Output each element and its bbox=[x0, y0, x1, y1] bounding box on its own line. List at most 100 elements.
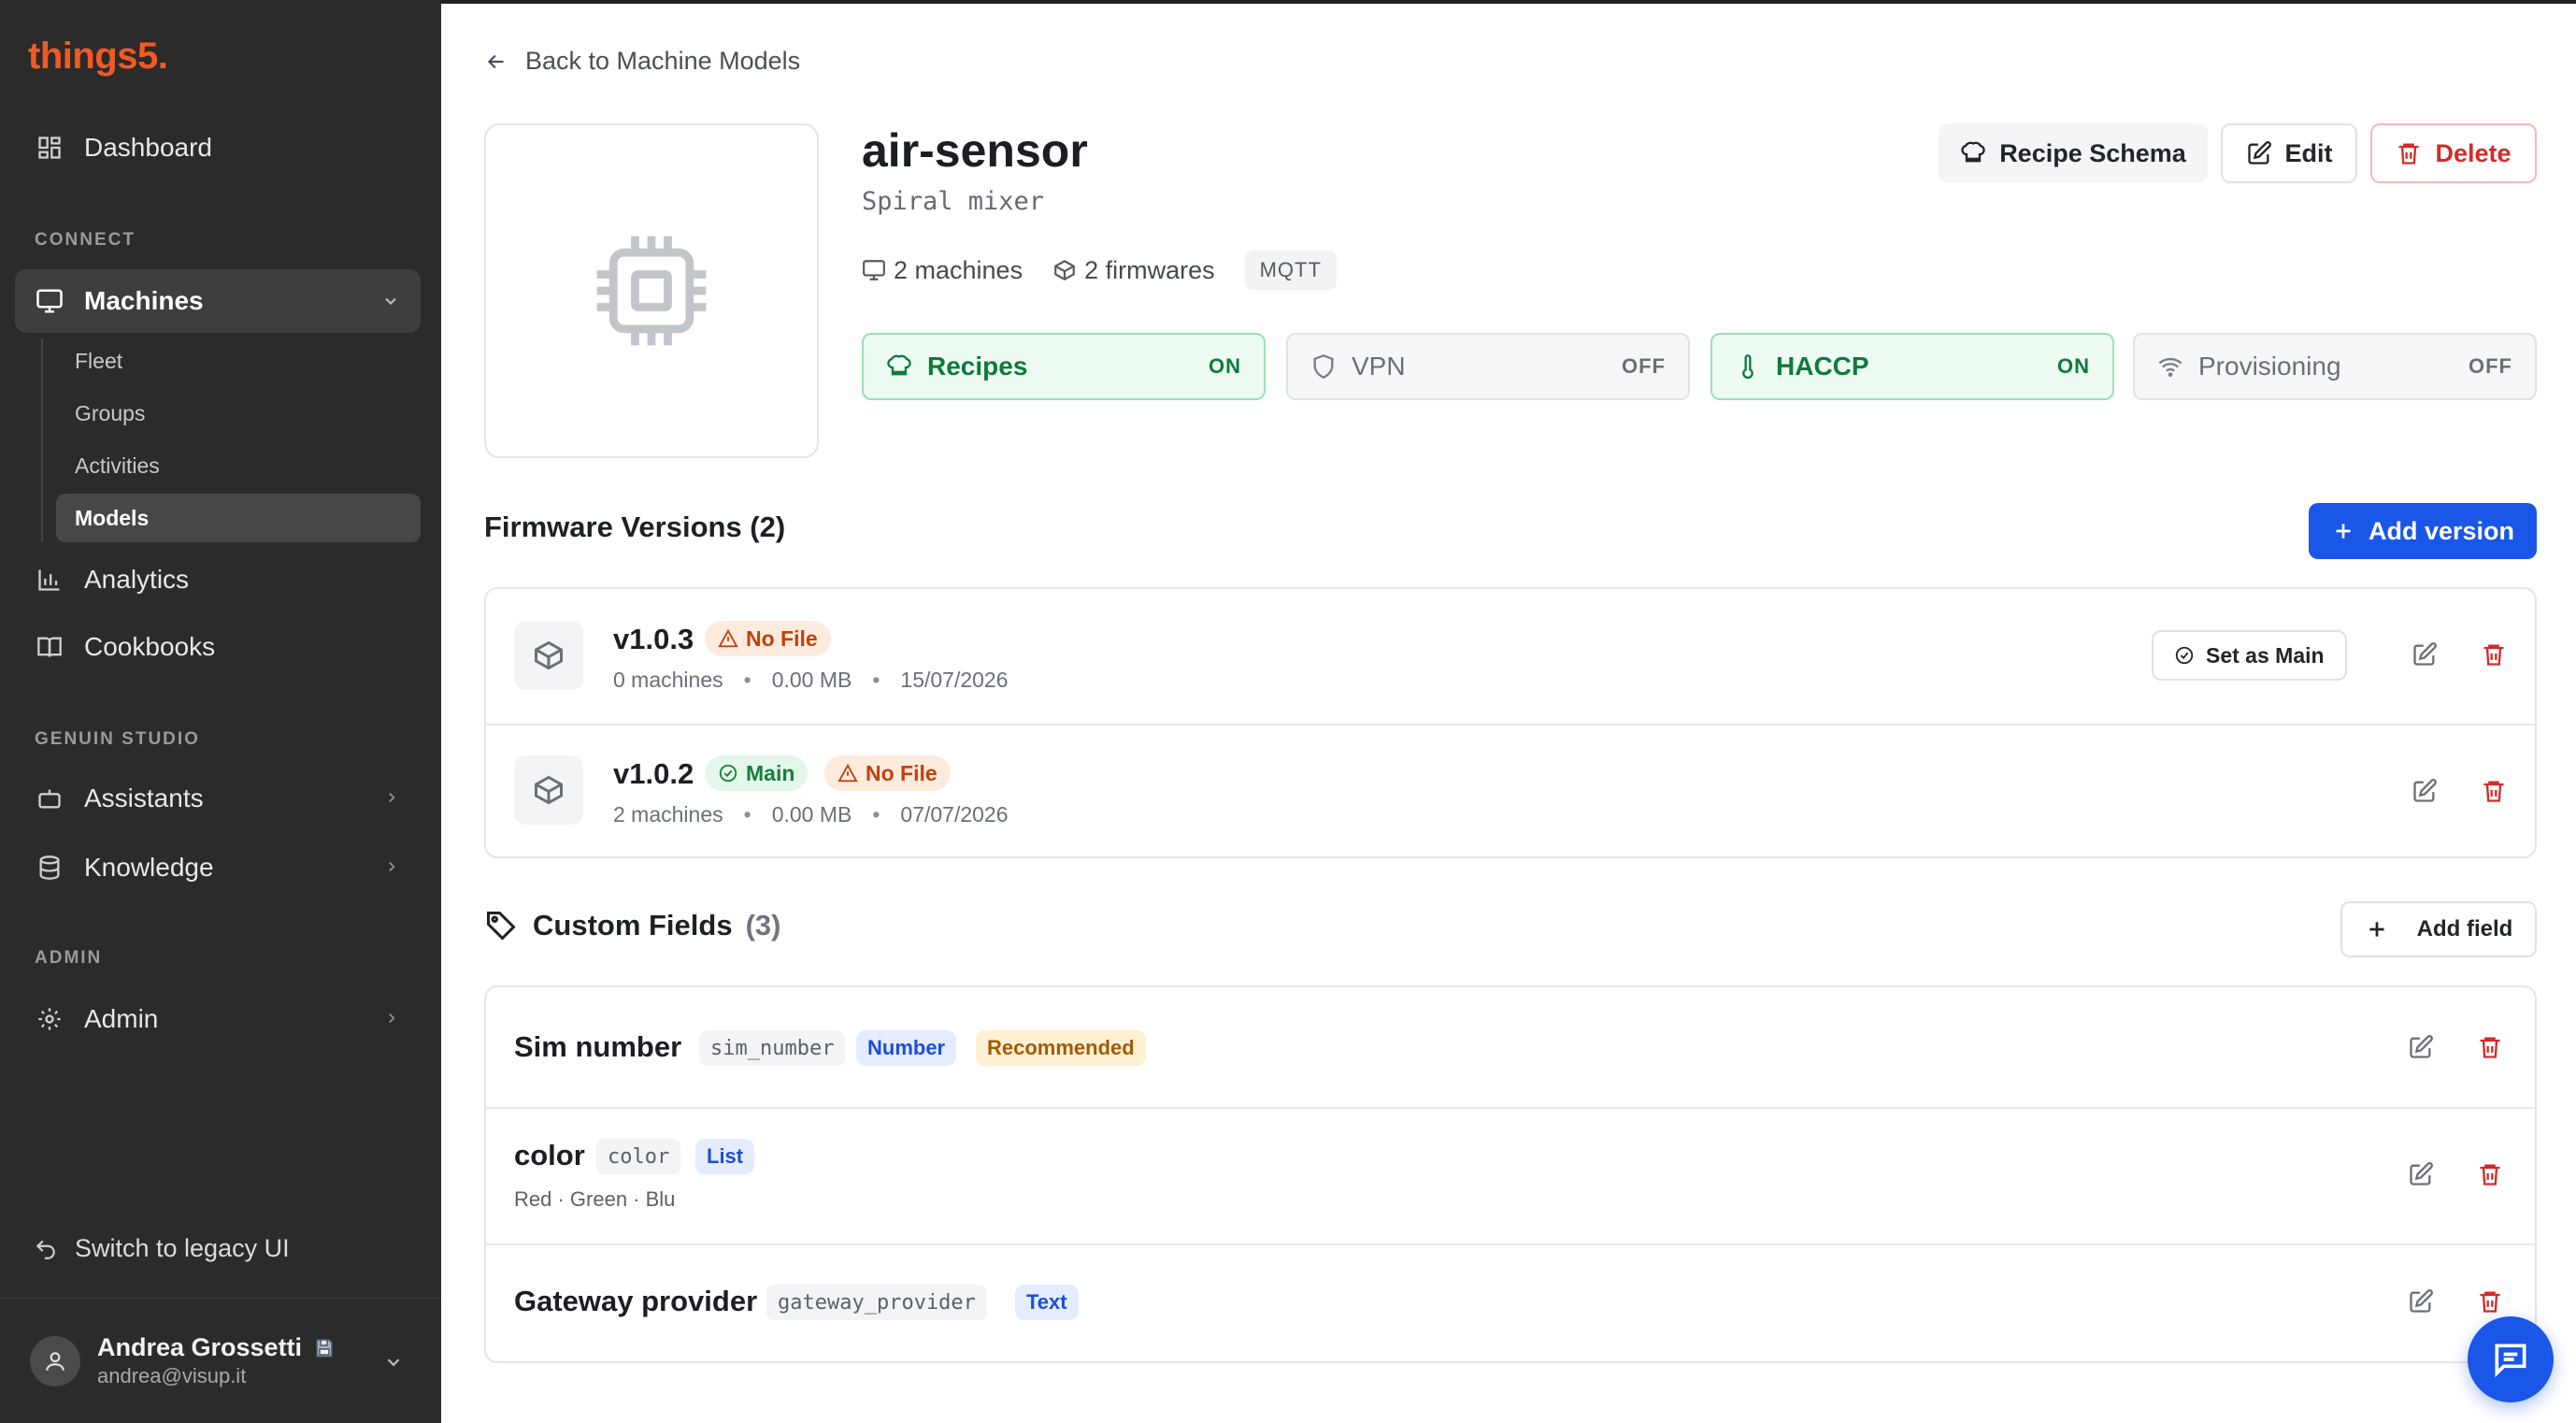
trash-icon[interactable] bbox=[2475, 772, 2512, 810]
model-image bbox=[484, 123, 819, 458]
sidebar-item-label: Cookbooks bbox=[84, 632, 216, 661]
badge-label: No File bbox=[866, 760, 937, 785]
package-icon bbox=[514, 755, 583, 825]
add-version-label: Add version bbox=[2368, 516, 2515, 545]
custom-field-row[interactable]: Sim number sim_number Number Recommended bbox=[486, 987, 2535, 1107]
firmware-row[interactable]: v1.0.2 Main No File 2 machines • 0.00 MB… bbox=[486, 726, 2535, 856]
sidebar-item-activities[interactable]: Activities bbox=[56, 441, 421, 490]
feature-state: ON bbox=[2057, 354, 2090, 378]
badge-label: Main bbox=[746, 760, 795, 785]
field-name: Sim number bbox=[514, 1030, 682, 1063]
sidebar-item-dashboard[interactable]: Dashboard bbox=[15, 116, 421, 180]
edit-icon bbox=[2246, 140, 2272, 166]
feature-provisioning[interactable]: Provisioning OFF bbox=[2133, 333, 2537, 400]
recipe-schema-button[interactable]: Recipe Schema bbox=[1939, 123, 2208, 183]
legacy-label: Switch to legacy UI bbox=[75, 1234, 290, 1262]
sidebar-item-analytics[interactable]: Analytics bbox=[15, 548, 421, 611]
set-as-main-label: Set as Main bbox=[2206, 642, 2325, 668]
package-icon bbox=[514, 621, 583, 690]
edit-icon[interactable] bbox=[2402, 1028, 2440, 1066]
firmwares-count-label: 2 firmwares bbox=[1084, 255, 1215, 284]
plus-icon bbox=[2331, 519, 2355, 543]
switch-legacy-ui-link[interactable]: Switch to legacy UI bbox=[34, 1234, 290, 1263]
user-menu[interactable]: Andrea Grossetti andrea@visup.it bbox=[30, 1333, 336, 1388]
subnav-line bbox=[41, 338, 43, 542]
trash-icon[interactable] bbox=[2475, 636, 2512, 673]
user-name: Andrea Grossetti bbox=[97, 1333, 303, 1361]
sidebar-item-assistants[interactable]: Assistants bbox=[15, 767, 421, 830]
sidebar-item-fleet[interactable]: Fleet bbox=[56, 337, 421, 385]
custom-field-row[interactable]: Gateway provider gateway_provider Text bbox=[486, 1245, 2535, 1361]
sidebar-item-models[interactable]: Models bbox=[56, 494, 421, 542]
recommended-badge: Recommended bbox=[976, 1030, 1146, 1066]
back-link[interactable]: Back to Machine Models bbox=[484, 47, 800, 76]
tag-icon bbox=[484, 909, 518, 942]
custom-fields-list: Sim number sim_number Number Recommended… bbox=[484, 985, 2537, 1363]
book-icon bbox=[34, 631, 65, 663]
floppy-disk-icon bbox=[313, 1337, 336, 1359]
firmware-section-title: Firmware Versions (2) bbox=[484, 510, 786, 543]
page-title: air-sensor bbox=[862, 124, 1088, 177]
chat-icon bbox=[2490, 1339, 2531, 1380]
bar-chart-icon bbox=[34, 564, 65, 596]
chevron-right-icon bbox=[383, 789, 400, 806]
firmware-machines: 0 machines bbox=[613, 668, 723, 692]
warning-icon bbox=[718, 628, 738, 649]
delete-label: Delete bbox=[2435, 138, 2512, 167]
edit-label: Edit bbox=[2284, 138, 2333, 167]
sidebar-item-groups[interactable]: Groups bbox=[56, 389, 421, 438]
grid-icon bbox=[34, 132, 65, 164]
chevron-down-icon bbox=[381, 292, 400, 310]
edit-icon[interactable] bbox=[2402, 1156, 2440, 1193]
edit-icon[interactable] bbox=[2406, 772, 2443, 810]
chef-hat-icon bbox=[886, 353, 912, 380]
sidebar-item-label: Dashboard bbox=[84, 133, 212, 162]
custom-fields-section-title: Custom Fields (3) bbox=[484, 909, 780, 942]
set-as-main-button[interactable]: Set as Main bbox=[2152, 630, 2347, 681]
trash-icon[interactable] bbox=[2471, 1156, 2509, 1193]
feature-label: VPN bbox=[1352, 352, 1406, 381]
check-circle-icon bbox=[718, 763, 738, 783]
sidebar-item-label: Analytics bbox=[84, 565, 190, 594]
arrow-left-icon bbox=[484, 50, 508, 74]
firmware-size: 0.00 MB bbox=[771, 668, 852, 692]
feature-vpn[interactable]: VPN OFF bbox=[1286, 333, 1690, 400]
chevron-down-icon[interactable] bbox=[383, 1352, 404, 1373]
sidebar-item-label: Knowledge bbox=[84, 853, 214, 882]
field-type-badge: List bbox=[695, 1139, 755, 1174]
chip-icon bbox=[586, 225, 717, 356]
monitor-icon bbox=[34, 285, 65, 317]
trash-icon[interactable] bbox=[2471, 1028, 2509, 1066]
add-field-button[interactable]: Add field bbox=[2340, 901, 2537, 957]
feature-label: HACCP bbox=[1776, 352, 1869, 381]
page-subtitle: Spiral mixer bbox=[862, 187, 1045, 216]
trash-icon[interactable] bbox=[2471, 1283, 2509, 1320]
edit-icon[interactable] bbox=[2402, 1283, 2440, 1320]
add-field-label: Add field bbox=[2416, 916, 2513, 941]
delete-button[interactable]: Delete bbox=[2370, 123, 2537, 183]
custom-field-row[interactable]: color color List Red · Green · Blu bbox=[486, 1109, 2535, 1243]
sidebar-item-machines[interactable]: Machines bbox=[15, 269, 421, 333]
recipe-schema-label: Recipe Schema bbox=[1999, 138, 2186, 167]
avatar bbox=[30, 1335, 80, 1387]
warning-icon bbox=[837, 763, 858, 783]
firmware-list: v1.0.3 No File 0 machines • 0.00 MB • 15… bbox=[484, 587, 2537, 858]
feature-recipes[interactable]: Recipes ON bbox=[862, 333, 1266, 400]
app-logo[interactable]: things5. bbox=[28, 36, 168, 78]
feature-haccp[interactable]: HACCP ON bbox=[1710, 333, 2114, 400]
sidebar-item-cookbooks[interactable]: Cookbooks bbox=[15, 615, 421, 679]
edit-icon[interactable] bbox=[2406, 636, 2443, 673]
field-options: Red · Green · Blu bbox=[514, 1187, 676, 1211]
no-file-badge: No File bbox=[705, 621, 831, 656]
firmware-row[interactable]: v1.0.3 No File 0 machines • 0.00 MB • 15… bbox=[486, 589, 2535, 724]
add-version-button[interactable]: Add version bbox=[2309, 503, 2537, 559]
chat-button[interactable] bbox=[2468, 1316, 2554, 1402]
sidebar-item-admin[interactable]: Admin bbox=[15, 987, 421, 1051]
trash-icon bbox=[2396, 140, 2422, 166]
badge-label: No File bbox=[746, 625, 818, 651]
edit-button[interactable]: Edit bbox=[2221, 123, 2357, 183]
sidebar-item-label: Machines bbox=[84, 286, 204, 315]
sidebar-item-knowledge[interactable]: Knowledge bbox=[15, 836, 421, 899]
machines-count-label: 2 machines bbox=[894, 255, 1023, 284]
firmware-meta: 0 machines • 0.00 MB • 15/07/2026 bbox=[613, 668, 1009, 692]
